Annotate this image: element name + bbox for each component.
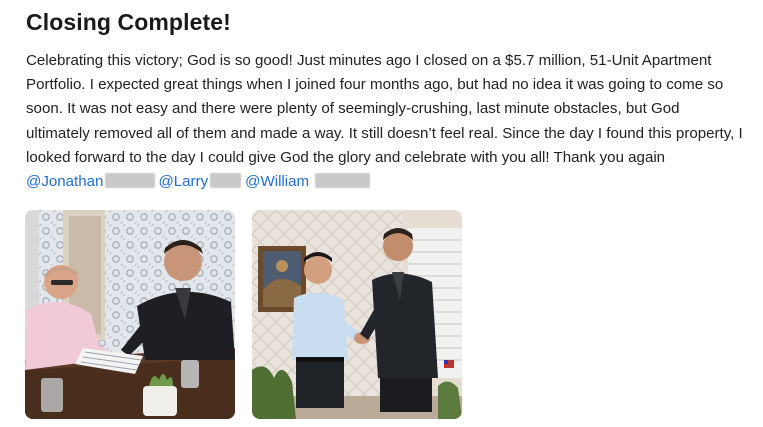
mention-jonathan[interactable]: @Jonathan bbox=[26, 173, 103, 190]
post-image-handshake[interactable] bbox=[252, 210, 462, 419]
post-body-text: Celebrating this victory; God is so good… bbox=[26, 52, 743, 166]
redacted-surname bbox=[210, 173, 242, 189]
post-image-signing[interactable] bbox=[25, 210, 235, 419]
mention-larry[interactable]: @Larry bbox=[158, 173, 208, 190]
handshake-photo bbox=[252, 210, 462, 419]
mention-william[interactable]: @William bbox=[245, 173, 309, 190]
post-body: Celebrating this victory; God is so good… bbox=[26, 49, 746, 194]
signing-photo bbox=[25, 210, 235, 419]
post-title: Closing Complete! bbox=[26, 9, 231, 35]
post-card: Closing Complete! Celebrating this victo… bbox=[0, 0, 763, 427]
redacted-surname bbox=[315, 173, 371, 189]
redacted-surname bbox=[105, 173, 156, 189]
